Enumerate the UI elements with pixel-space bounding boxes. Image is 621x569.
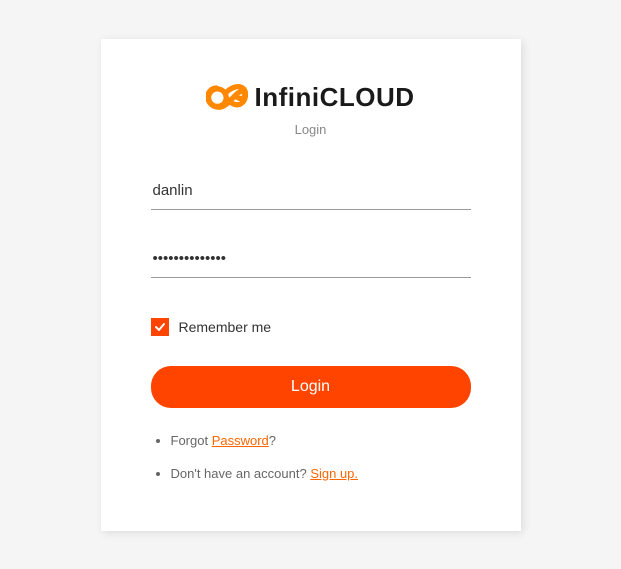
forgot-prefix: Forgot (171, 433, 212, 448)
password-input[interactable] (151, 240, 471, 278)
logo-section: InfiniCLOUD Login (151, 79, 471, 137)
login-card: InfiniCLOUD Login Remember me Login Forg… (101, 39, 521, 531)
forgot-password-link[interactable]: Password (212, 433, 269, 448)
login-button[interactable]: Login (151, 366, 471, 408)
remember-row: Remember me (151, 318, 471, 336)
remember-checkbox[interactable] (151, 318, 169, 336)
help-links: Forgot Password? Don't have an account? … (151, 433, 471, 481)
forgot-suffix: ? (269, 433, 276, 448)
username-input[interactable] (151, 172, 471, 210)
forgot-password-item: Forgot Password? (171, 433, 471, 448)
infinity-icon (206, 79, 248, 116)
signup-prefix: Don't have an account? (171, 466, 311, 481)
logo-wrap: InfiniCLOUD (151, 79, 471, 116)
brand-name: InfiniCLOUD (254, 82, 414, 113)
page-subtitle: Login (151, 122, 471, 137)
remember-label: Remember me (179, 319, 272, 335)
signup-item: Don't have an account? Sign up. (171, 466, 471, 481)
signup-link[interactable]: Sign up. (310, 466, 358, 481)
